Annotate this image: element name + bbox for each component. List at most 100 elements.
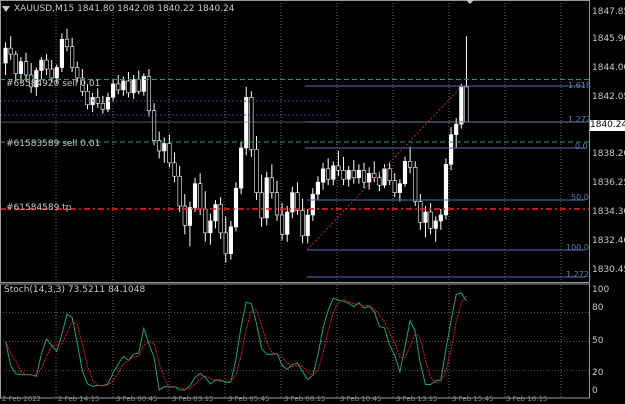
candle-body bbox=[213, 204, 218, 222]
stochastic-layer bbox=[5, 292, 467, 391]
overlay-lines bbox=[0, 78, 590, 278]
time-label: 3 Feb 13:15 bbox=[396, 395, 438, 403]
candle-body bbox=[326, 168, 331, 180]
time-label: 3 Feb 08:15 bbox=[284, 395, 326, 403]
order-label-2[interactable]: #61583589 sell 0.01 bbox=[6, 139, 100, 149]
candle-body bbox=[141, 76, 146, 92]
chart-grid bbox=[0, 0, 590, 398]
candle-body bbox=[367, 172, 372, 183]
candle-body bbox=[244, 97, 249, 149]
candle-body bbox=[85, 91, 90, 106]
candle-body bbox=[459, 86, 464, 125]
candle-body bbox=[208, 220, 213, 234]
candle-body bbox=[397, 183, 402, 193]
stoch-axis-label: 0 bbox=[592, 386, 598, 396]
stoch-title[interactable]: Stoch(14,3,3) 73.5211 84.1048 bbox=[4, 285, 145, 295]
stoch-axis-label: 80 bbox=[592, 303, 604, 313]
candle-body bbox=[172, 162, 177, 177]
candle-body bbox=[356, 169, 361, 179]
candle-body bbox=[413, 167, 418, 202]
candle-body bbox=[382, 168, 387, 186]
candle-body bbox=[167, 143, 172, 164]
candle-body bbox=[464, 86, 469, 123]
time-label: 2 Feb 14:15 bbox=[58, 395, 100, 403]
candle-body bbox=[39, 59, 44, 71]
candle-body bbox=[146, 76, 152, 112]
candle-body bbox=[223, 232, 228, 255]
candle-body bbox=[418, 201, 423, 223]
candle-body bbox=[387, 168, 392, 182]
stoch-axis-label: 20 bbox=[592, 368, 604, 378]
candle-body bbox=[331, 165, 336, 180]
candle-body bbox=[162, 143, 167, 152]
candle-body bbox=[59, 38, 64, 68]
candle-body bbox=[75, 67, 80, 79]
fibo-level-1272: 1.272 bbox=[568, 115, 591, 124]
candle-body bbox=[116, 83, 121, 91]
candle-body bbox=[192, 183, 198, 208]
candle-body bbox=[423, 211, 428, 223]
candle-body bbox=[239, 147, 244, 189]
time-label: 3 Feb 00:45 bbox=[116, 395, 158, 403]
candle-body bbox=[203, 208, 208, 234]
candle-body bbox=[346, 169, 351, 180]
chart-canvas[interactable] bbox=[0, 0, 625, 402]
candle-body bbox=[454, 123, 459, 135]
candle-body bbox=[105, 97, 111, 110]
candle-body bbox=[233, 187, 239, 228]
candle-body bbox=[259, 192, 264, 219]
candle-body bbox=[70, 46, 75, 68]
candle-body bbox=[64, 38, 70, 47]
fibo-level-1618: 1.618 bbox=[568, 81, 591, 90]
triangle-down-icon[interactable] bbox=[2, 5, 10, 12]
candle-body bbox=[408, 161, 413, 168]
candle-body bbox=[438, 214, 443, 222]
time-label: 3 Feb 10:45 bbox=[340, 395, 382, 403]
candle-body bbox=[351, 169, 356, 179]
stoch-axis-label: 100 bbox=[592, 285, 610, 295]
candle-body bbox=[264, 177, 269, 219]
fibo-level-100: 100.0 bbox=[566, 243, 589, 252]
shift-marker-icon bbox=[466, 0, 474, 4]
candle-body bbox=[305, 214, 310, 237]
candle-body bbox=[136, 79, 141, 92]
candle-body bbox=[121, 80, 126, 91]
price-label: 1844.00 bbox=[592, 63, 625, 73]
order-label-1[interactable]: #63584920 sell 0.01 bbox=[6, 79, 100, 89]
candle-body bbox=[443, 164, 449, 216]
candle-body bbox=[100, 102, 105, 110]
price-label: 1838.20 bbox=[592, 149, 625, 159]
candle-body bbox=[126, 80, 131, 94]
candle-body bbox=[274, 192, 280, 216]
candle-body bbox=[295, 192, 300, 211]
panel-frames bbox=[0, 0, 590, 399]
price-label: 1836.25 bbox=[592, 178, 625, 188]
candle-body bbox=[228, 226, 233, 255]
candle-body bbox=[315, 181, 321, 195]
price-label: 1830.45 bbox=[592, 265, 625, 275]
candle-body bbox=[187, 207, 193, 226]
candle-body bbox=[254, 149, 259, 193]
time-label: 3 Feb 18:15 bbox=[506, 395, 548, 403]
candle-body bbox=[44, 59, 49, 70]
candle-body bbox=[95, 97, 100, 104]
candle-body bbox=[279, 214, 285, 235]
candle-body bbox=[131, 79, 136, 94]
fibo-level-50: 50.0 bbox=[571, 193, 589, 202]
candle-body bbox=[49, 68, 54, 79]
chart-title[interactable]: XAUUSD,M15 1841.80 1842.08 1840.22 1840.… bbox=[2, 4, 235, 14]
candle-body bbox=[111, 83, 116, 98]
candle-body bbox=[3, 47, 8, 64]
candle-body bbox=[402, 161, 408, 185]
candle-body bbox=[290, 192, 295, 213]
candle-body bbox=[448, 134, 454, 165]
time-label: 3 Feb 15:45 bbox=[452, 395, 494, 403]
candle-body bbox=[377, 177, 382, 186]
candle-body bbox=[336, 165, 341, 171]
order-label-3[interactable]: #61584589 tp bbox=[6, 203, 71, 213]
current-price-badge: 1840.24 bbox=[590, 120, 625, 131]
fibo-trendline bbox=[306, 85, 463, 251]
stoch-main-line bbox=[5, 292, 467, 391]
time-label: 3 Feb 05:45 bbox=[228, 395, 270, 403]
candle-body bbox=[392, 180, 397, 193]
